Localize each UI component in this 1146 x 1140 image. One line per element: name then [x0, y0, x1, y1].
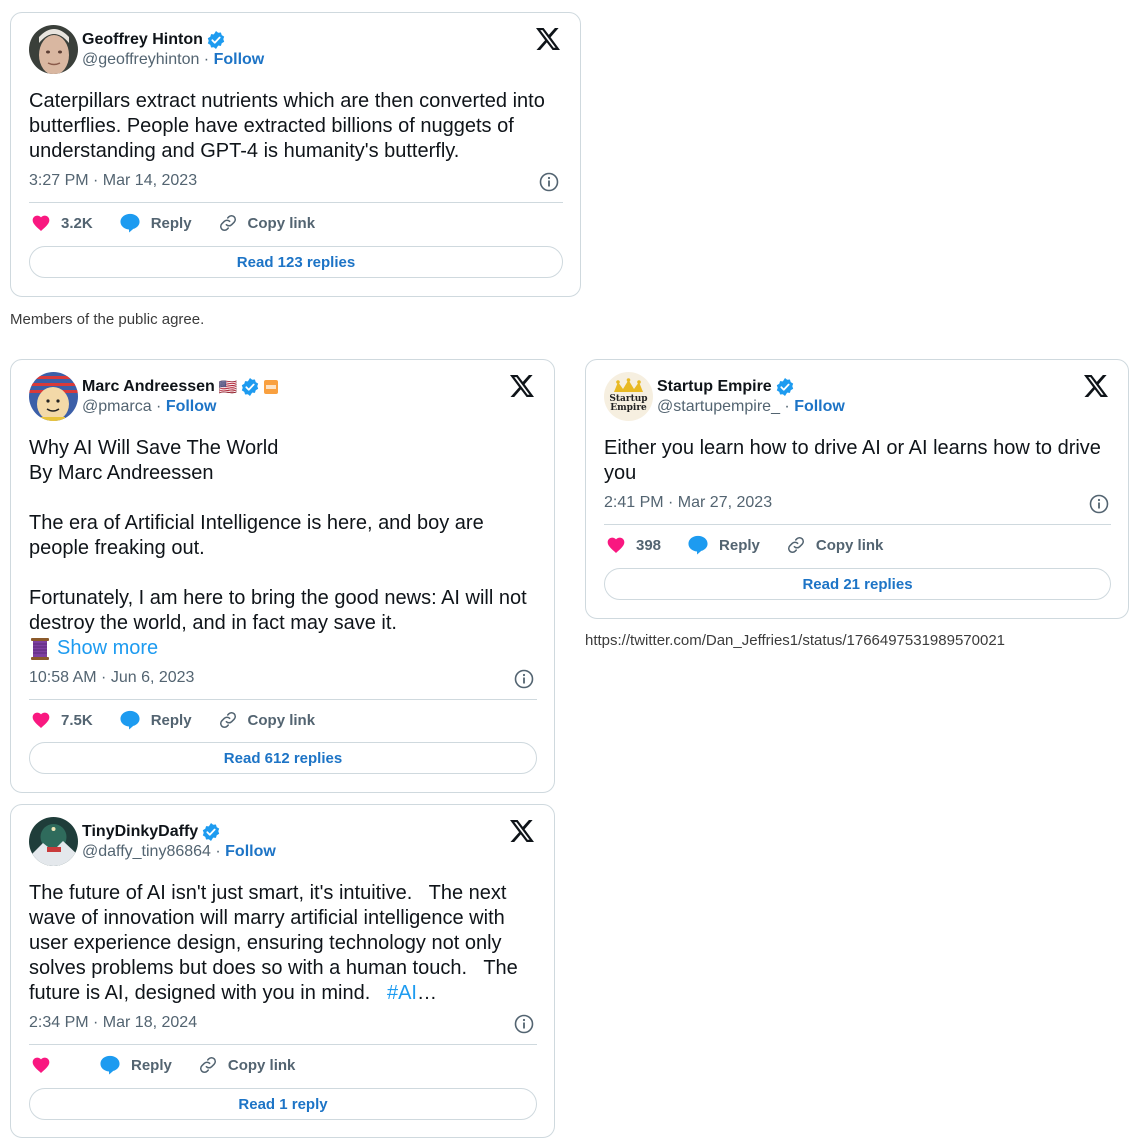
author-handle[interactable]: @geoffreyhinton — [82, 51, 199, 68]
truncation-ellipsis: … — [417, 982, 437, 1004]
read-replies-button[interactable]: Read 21 replies — [604, 568, 1111, 600]
heart-icon — [32, 712, 50, 728]
author-name[interactable]: TinyDinkyDaffy — [82, 823, 198, 841]
reply-bubble-icon — [120, 213, 140, 233]
follow-button[interactable]: Follow — [166, 398, 217, 415]
author-name[interactable]: Geoffrey Hinton — [82, 31, 203, 49]
author-handle[interactable]: @daffy_tiny86864 — [82, 843, 211, 860]
tweet-text-content: The future of AI isn't just smart, it's … — [29, 882, 524, 1004]
divider — [29, 1044, 537, 1045]
show-more-row: Show more — [29, 636, 158, 661]
reply-label: Reply — [719, 536, 760, 554]
heart-icon — [32, 215, 50, 231]
read-replies-button[interactable]: Read 612 replies — [29, 742, 537, 774]
tweet-card-tinydinkydaffy[interactable]: TinyDinkyDaffy @daffy_tiny86864 · Follow… — [10, 804, 555, 1138]
author-name[interactable]: Startup Empire — [657, 378, 772, 396]
reply-bubble-icon — [120, 710, 140, 730]
like-button[interactable]: 7.5K — [31, 710, 93, 730]
tweet-timestamp[interactable]: 2:41 PM · Mar 27, 2023 — [604, 494, 772, 512]
tweet-card-andreessen[interactable]: Marc Andreessen 🇺🇸 @pmarca · Follow Why … — [10, 359, 555, 793]
link-icon — [199, 1056, 216, 1074]
follow-button[interactable]: Follow — [794, 398, 845, 415]
reply-bubble-icon — [688, 535, 708, 555]
copy-link-button[interactable]: Copy link — [218, 710, 316, 730]
copy-link-label: Copy link — [227, 1056, 296, 1074]
info-icon[interactable] — [1089, 494, 1109, 514]
copy-link-button[interactable]: Copy link — [218, 213, 316, 233]
divider — [604, 524, 1111, 525]
reply-button[interactable]: Reply — [687, 535, 760, 555]
like-button[interactable]: 398 — [606, 535, 661, 555]
tweet-text: Either you learn how to drive AI or AI l… — [604, 437, 1101, 484]
author-name[interactable]: Marc Andreessen — [82, 378, 215, 396]
divider — [29, 699, 537, 700]
reply-label: Reply — [131, 1056, 172, 1074]
reply-button[interactable]: Reply — [99, 1055, 172, 1075]
verified-badge-icon — [207, 31, 225, 49]
author-handle[interactable]: @pmarca — [82, 398, 152, 415]
divider — [29, 202, 563, 203]
like-count: 398 — [636, 536, 662, 554]
like-button[interactable] — [31, 1055, 73, 1075]
reply-bubble-icon — [100, 1055, 120, 1075]
tweet-card-hinton[interactable]: Geoffrey Hinton @geoffreyhinton · Follow… — [10, 12, 581, 297]
tweet-text: Why AI Will Save The World By Marc Andre… — [29, 437, 527, 634]
tweet-card-startup-empire[interactable]: Startup Empire Startup Empire @startupem… — [585, 359, 1129, 619]
copy-link-label: Copy link — [247, 711, 316, 729]
reply-button[interactable]: Reply — [119, 710, 192, 730]
verified-badge-icon — [203, 823, 220, 841]
info-icon[interactable] — [539, 172, 559, 192]
info-icon[interactable] — [514, 669, 534, 689]
follow-button[interactable]: Follow — [225, 843, 276, 860]
author-handle[interactable]: @startupempire_ — [657, 398, 780, 415]
caption-members: Members of the public agree. — [10, 311, 205, 328]
tweet-text: The future of AI isn't just smart, it's … — [29, 881, 539, 1006]
follow-button[interactable]: Follow — [214, 51, 265, 68]
copy-link-label: Copy link — [815, 536, 884, 554]
link-icon — [787, 536, 804, 554]
reply-label: Reply — [150, 711, 192, 729]
hashtag-link[interactable]: #AI — [387, 982, 417, 1004]
tweet-actions: Reply Copy link — [31, 1054, 321, 1076]
avatar-logo-text: Startup Empire — [609, 394, 648, 413]
us-flag-emoji: 🇺🇸 — [218, 379, 238, 396]
tweet-actions: 7.5K Reply Copy link — [31, 709, 341, 731]
verified-badge-icon — [776, 378, 793, 396]
like-count: 3.2K — [61, 214, 93, 232]
verified-badge-icon — [242, 378, 259, 396]
show-more-link[interactable]: Show more — [57, 637, 158, 660]
x-logo-icon[interactable] — [1084, 375, 1108, 397]
like-button[interactable]: 3.2K — [31, 213, 93, 233]
avatar[interactable] — [29, 372, 78, 421]
tweet-timestamp[interactable]: 2:34 PM · Mar 18, 2024 — [29, 1014, 197, 1032]
link-icon — [219, 711, 236, 729]
heart-icon — [32, 1057, 50, 1073]
caption-url[interactable]: https://twitter.com/Dan_Jeffries1/status… — [585, 632, 1005, 649]
read-replies-button[interactable]: Read 1 reply — [29, 1088, 537, 1120]
like-count: 7.5K — [61, 711, 93, 729]
tweet-timestamp[interactable]: 10:58 AM · Jun 6, 2023 — [29, 669, 194, 687]
copy-link-button[interactable]: Copy link — [198, 1055, 296, 1075]
reply-label: Reply — [150, 214, 192, 232]
x-logo-icon[interactable] — [510, 820, 534, 842]
x-logo-icon[interactable] — [510, 375, 534, 397]
reply-button[interactable]: Reply — [119, 213, 192, 233]
tweet-actions: 3.2K Reply Copy link — [31, 212, 341, 234]
tweet-text: Caterpillars extract nutrients which are… — [29, 90, 545, 162]
link-icon — [219, 214, 236, 232]
heart-icon — [607, 537, 625, 553]
avatar[interactable] — [29, 25, 78, 74]
avatar[interactable] — [29, 817, 78, 866]
copy-link-button[interactable]: Copy link — [786, 535, 884, 555]
info-icon[interactable] — [514, 1014, 534, 1034]
thread-spool-icon — [31, 637, 49, 660]
affiliate-badge-icon — [264, 380, 279, 394]
x-logo-icon[interactable] — [536, 28, 560, 50]
copy-link-label: Copy link — [247, 214, 316, 232]
tweet-timestamp[interactable]: 3:27 PM · Mar 14, 2023 — [29, 172, 197, 190]
avatar[interactable]: Startup Empire — [604, 372, 653, 421]
read-replies-button[interactable]: Read 123 replies — [29, 246, 563, 278]
tweet-actions: 398 Reply Copy link — [606, 534, 909, 556]
